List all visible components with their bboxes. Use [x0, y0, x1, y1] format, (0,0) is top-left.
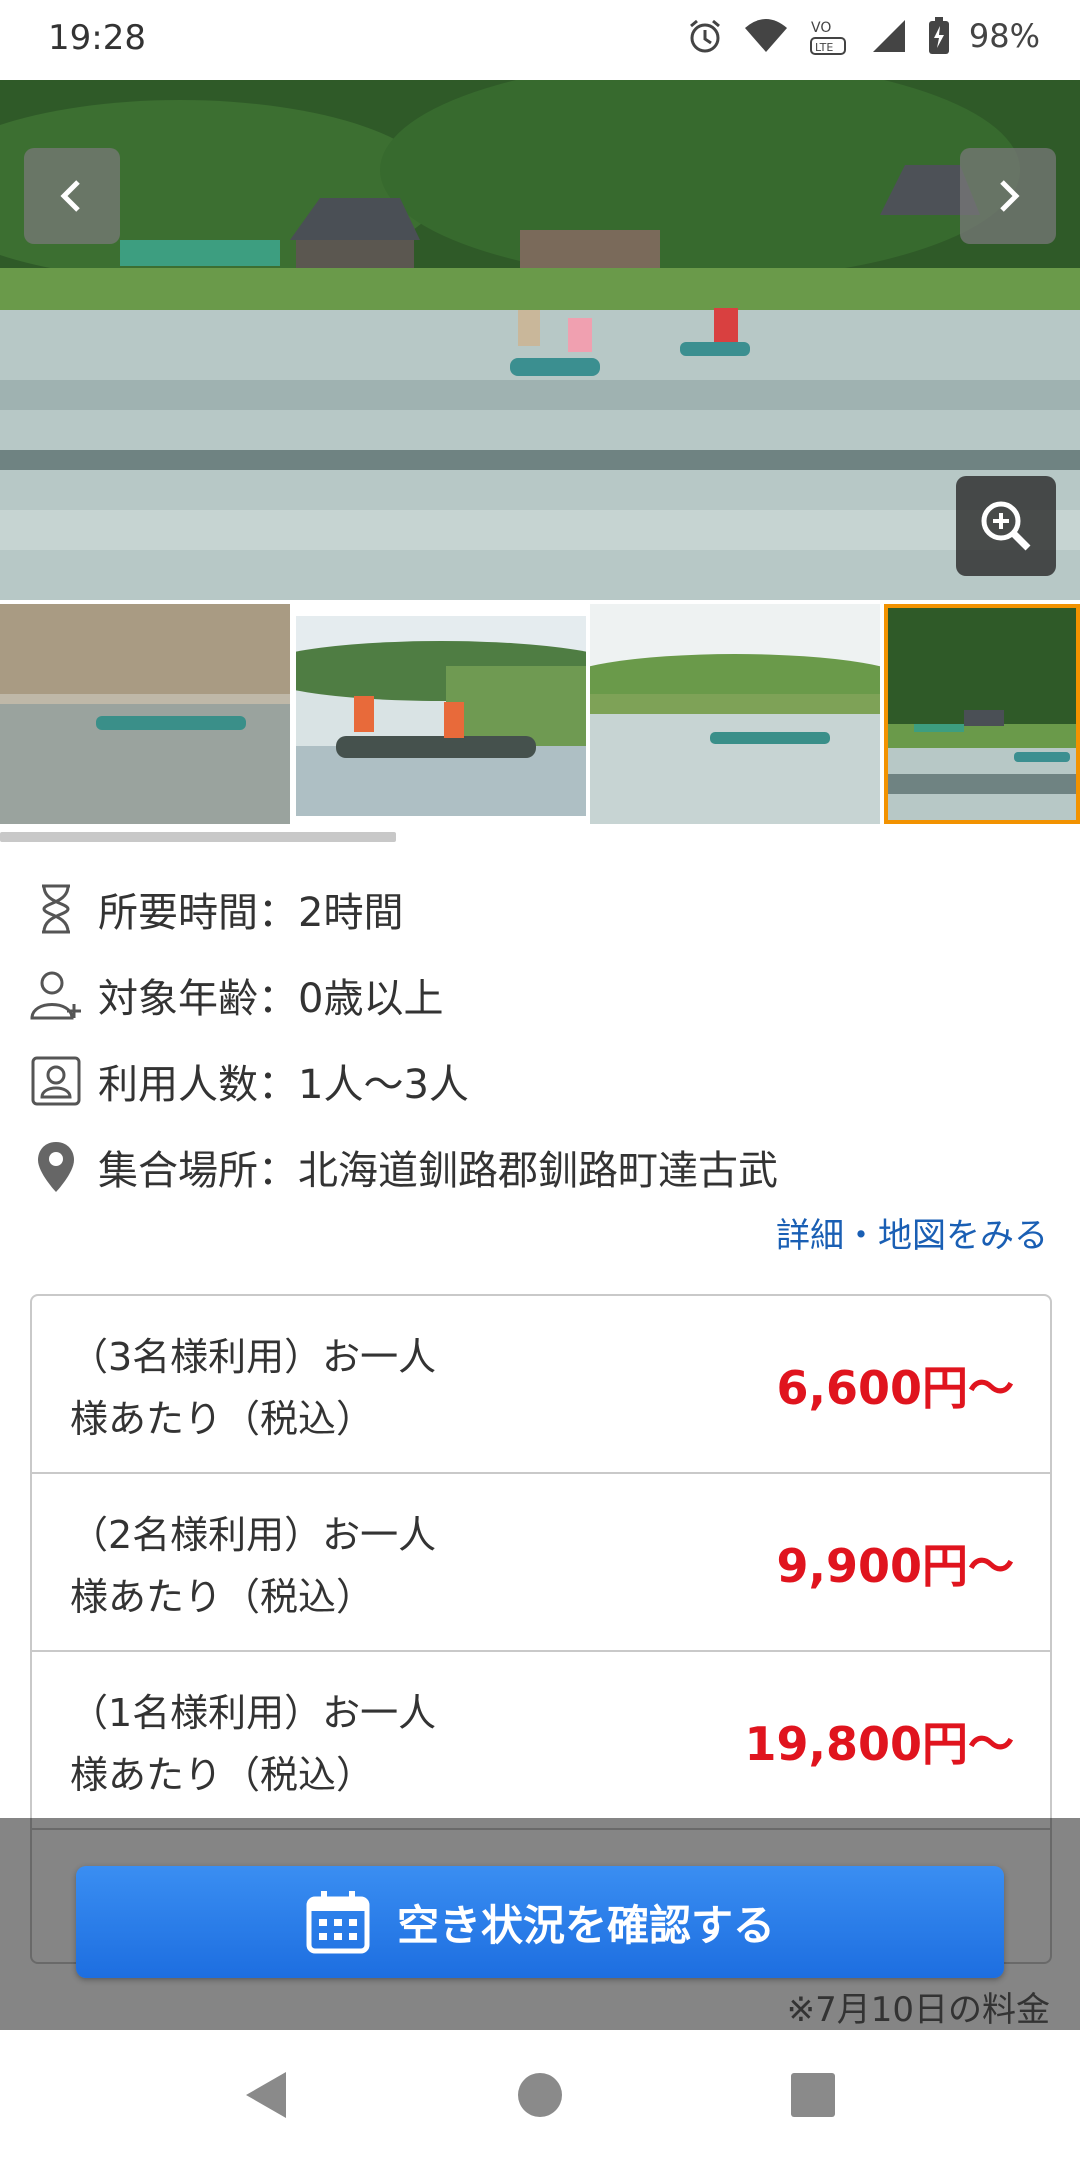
- next-photo-button[interactable]: [960, 148, 1056, 244]
- person-add-icon: [28, 967, 84, 1023]
- nav-recents-icon[interactable]: [786, 2068, 840, 2126]
- zoom-in-icon: [981, 501, 1031, 551]
- wifi-icon: [743, 16, 789, 56]
- thumbnail-3[interactable]: [590, 604, 880, 824]
- person-badge-icon: [28, 1053, 84, 1109]
- map-details-link[interactable]: 詳細・地図をみる: [776, 1208, 1048, 1257]
- price-label: （2名様利用）お一人 様あたり（税込）: [70, 1504, 550, 1628]
- alarm-icon: [685, 16, 725, 56]
- status-bar: 19:28 VO LTE 98%: [0, 0, 1080, 80]
- price-row: （3名様利用）お一人 様あたり（税込） 6,600円〜: [32, 1296, 1050, 1474]
- previous-photo-button[interactable]: [24, 148, 120, 244]
- hero-photo: [0, 80, 1080, 600]
- thumbnail-2[interactable]: [296, 616, 586, 816]
- calendar-icon: [306, 1891, 370, 1954]
- info-age: 対象年齢：0歳以上: [28, 966, 443, 1024]
- price-value: 19,800円〜: [744, 1717, 1014, 1771]
- meeting-place-text: 集合場所：北海道釧路郡釧路町達古武: [98, 1148, 778, 1194]
- info-meeting-place: 集合場所：北海道釧路郡釧路町達古武: [28, 1138, 778, 1196]
- age-text: 対象年齢：0歳以上: [98, 976, 444, 1022]
- info-capacity: 利用人数：1人〜3人: [28, 1052, 469, 1110]
- nav-back-icon[interactable]: [240, 2068, 294, 2126]
- status-icons: VO LTE 98%: [685, 14, 1040, 58]
- check-availability-button[interactable]: 空き状況を確認する: [76, 1866, 1004, 1978]
- price-value: 9,900円〜: [776, 1539, 1014, 1593]
- price-label-line: 様あたり（税込）: [70, 1575, 375, 1619]
- battery-percent: 98%: [968, 17, 1040, 55]
- price-label-line: （3名様利用）お一人: [70, 1335, 437, 1379]
- price-label-line: （2名様利用）お一人: [70, 1513, 437, 1557]
- price-row: （1名様利用）お一人 様あたり（税込） 19,800円〜: [32, 1652, 1050, 1830]
- check-availability-label: 空き状況を確認する: [396, 1900, 775, 1950]
- price-label: （1名様利用）お一人 様あたり（税込）: [70, 1682, 550, 1806]
- price-date-note: ※7月10日の料金: [786, 1990, 1050, 2030]
- thumbnail-strip: [0, 604, 1080, 842]
- price-row: （2名様利用）お一人 様あたり（税込） 9,900円〜: [32, 1474, 1050, 1652]
- thumbnail-1[interactable]: [0, 604, 290, 824]
- thumbnail-scroll-indicator: [0, 832, 396, 842]
- hero-photo-illustration: [0, 80, 1080, 600]
- hourglass-icon: [28, 881, 84, 937]
- price-label-line: 様あたり（税込）: [70, 1397, 375, 1441]
- location-pin-icon: [28, 1139, 84, 1195]
- price-label-line: 様あたり（税込）: [70, 1753, 375, 1797]
- thumbnail-4[interactable]: [884, 604, 1080, 824]
- system-nav-bar: [0, 2030, 1080, 2160]
- battery-icon: [927, 16, 951, 56]
- nav-home-icon[interactable]: [513, 2068, 567, 2126]
- price-label-line: （1名様利用）お一人: [70, 1691, 437, 1735]
- info-duration: 所要時間：2時間: [28, 880, 403, 938]
- capacity-text: 利用人数：1人〜3人: [98, 1062, 469, 1108]
- chevron-right-icon: [1000, 180, 1020, 212]
- signal-icon: [869, 16, 909, 56]
- status-time: 19:28: [48, 18, 146, 58]
- zoom-photo-button[interactable]: [956, 476, 1056, 576]
- volte-icon: VO LTE: [807, 14, 851, 58]
- chevron-left-icon: [60, 180, 80, 212]
- svg-text:LTE: LTE: [815, 41, 833, 54]
- duration-text: 所要時間：2時間: [98, 890, 404, 936]
- price-value: 6,600円〜: [776, 1361, 1014, 1415]
- price-label: （3名様利用）お一人 様あたり（税込）: [70, 1326, 550, 1450]
- svg-text:VO: VO: [811, 20, 831, 36]
